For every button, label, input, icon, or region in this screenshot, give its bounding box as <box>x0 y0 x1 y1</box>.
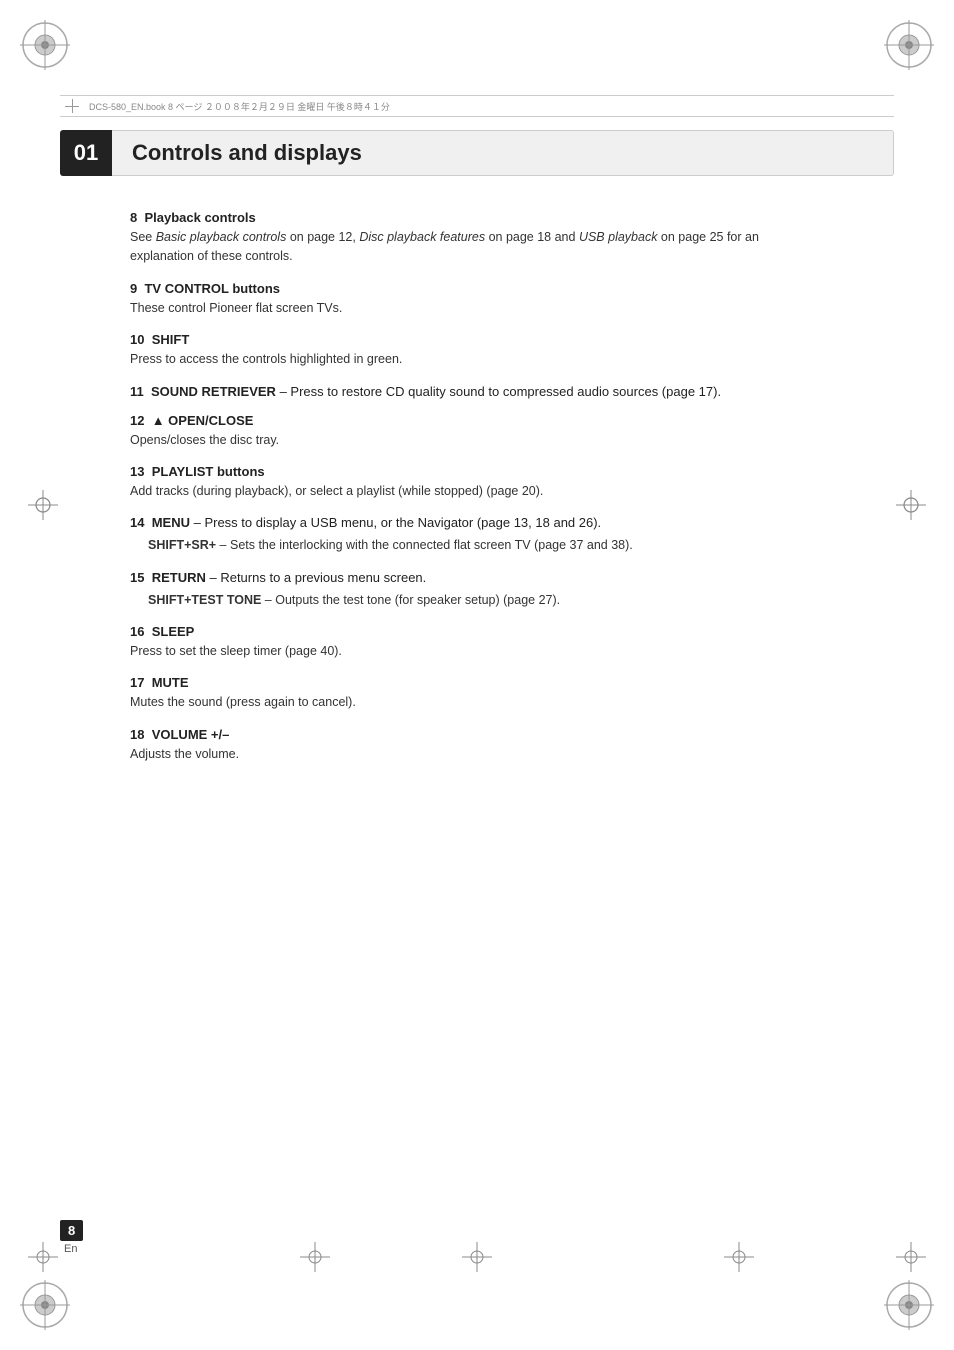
corner-decoration-top-right <box>874 20 934 80</box>
section-17-header: 17 MUTE <box>130 675 824 690</box>
section-10-header: 10 SHIFT <box>130 332 824 347</box>
bottom-mid-left-crosshair <box>300 1242 330 1275</box>
section-11: 11 SOUND RETRIEVER – Press to restore CD… <box>130 384 824 399</box>
section-18: 18 VOLUME +/– Adjusts the volume. <box>130 727 824 764</box>
section-14: 14 MENU – Press to display a USB menu, o… <box>130 515 824 555</box>
section-15: 15 RETURN – Returns to a previous menu s… <box>130 570 824 610</box>
bottom-center-crosshair <box>462 1242 492 1275</box>
right-mid-crosshair <box>896 490 926 523</box>
main-content: 8 Playback controls See Basic playback c… <box>130 210 824 778</box>
section-14-subitem: SHIFT+SR+ – Sets the interlocking with t… <box>148 536 824 555</box>
chapter-header: 01 Controls and displays <box>60 130 894 176</box>
section-12: 12 ▲ OPEN/CLOSE Opens/closes the disc tr… <box>130 413 824 450</box>
page-number: 8 <box>60 1220 83 1241</box>
section-12-body: Opens/closes the disc tray. <box>130 431 824 450</box>
bottom-right-crosshair <box>896 1242 926 1275</box>
section-9-body: These control Pioneer flat screen TVs. <box>130 299 824 318</box>
chapter-title: Controls and displays <box>132 140 362 166</box>
section-9-header: 9 TV CONTROL buttons <box>130 281 824 296</box>
page-number-area: 8 En <box>60 1220 83 1255</box>
section-10: 10 SHIFT Press to access the controls hi… <box>130 332 824 369</box>
section-16-body: Press to set the sleep timer (page 40). <box>130 642 824 661</box>
section-13-body: Add tracks (during playback), or select … <box>130 482 824 501</box>
section-13: 13 PLAYLIST buttons Add tracks (during p… <box>130 464 824 501</box>
section-10-body: Press to access the controls highlighted… <box>130 350 824 369</box>
section-8: 8 Playback controls See Basic playback c… <box>130 210 824 267</box>
section-15-subitem: SHIFT+TEST TONE – Outputs the test tone … <box>148 591 824 610</box>
section-8-header: 8 Playback controls <box>130 210 824 225</box>
section-12-header: 12 ▲ OPEN/CLOSE <box>130 413 824 428</box>
page-language: En <box>64 1243 77 1255</box>
bottom-mid-right-crosshair <box>724 1242 754 1275</box>
section-16-header: 16 SLEEP <box>130 624 824 639</box>
corner-decoration-top-left <box>20 20 80 80</box>
section-16: 16 SLEEP Press to set the sleep timer (p… <box>130 624 824 661</box>
section-13-header: 13 PLAYLIST buttons <box>130 464 824 479</box>
section-9: 9 TV CONTROL buttons These control Pione… <box>130 281 824 318</box>
section-18-body: Adjusts the volume. <box>130 745 824 764</box>
corner-decoration-bottom-right <box>874 1270 934 1330</box>
chapter-number: 01 <box>60 130 112 176</box>
corner-decoration-bottom-left <box>20 1270 80 1330</box>
section-18-header: 18 VOLUME +/– <box>130 727 824 742</box>
section-17: 17 MUTE Mutes the sound (press again to … <box>130 675 824 712</box>
section-17-body: Mutes the sound (press again to cancel). <box>130 693 824 712</box>
header-cross-left <box>65 99 79 113</box>
bottom-left-crosshair <box>28 1242 58 1275</box>
left-mid-crosshair <box>28 490 58 523</box>
section-8-body: See Basic playback controls on page 12, … <box>130 228 824 267</box>
section-15-header: 15 RETURN – Returns to a previous menu s… <box>130 570 824 585</box>
header-line: DCS-580_EN.book 8 ページ ２００８年２月２９日 金曜日 午後８… <box>60 95 894 117</box>
header-file-info: DCS-580_EN.book 8 ページ ２００８年２月２９日 金曜日 午後８… <box>89 100 390 113</box>
section-11-header: 11 SOUND RETRIEVER – Press to restore CD… <box>130 384 824 399</box>
section-14-header: 14 MENU – Press to display a USB menu, o… <box>130 515 824 530</box>
chapter-title-box: Controls and displays <box>112 130 894 176</box>
